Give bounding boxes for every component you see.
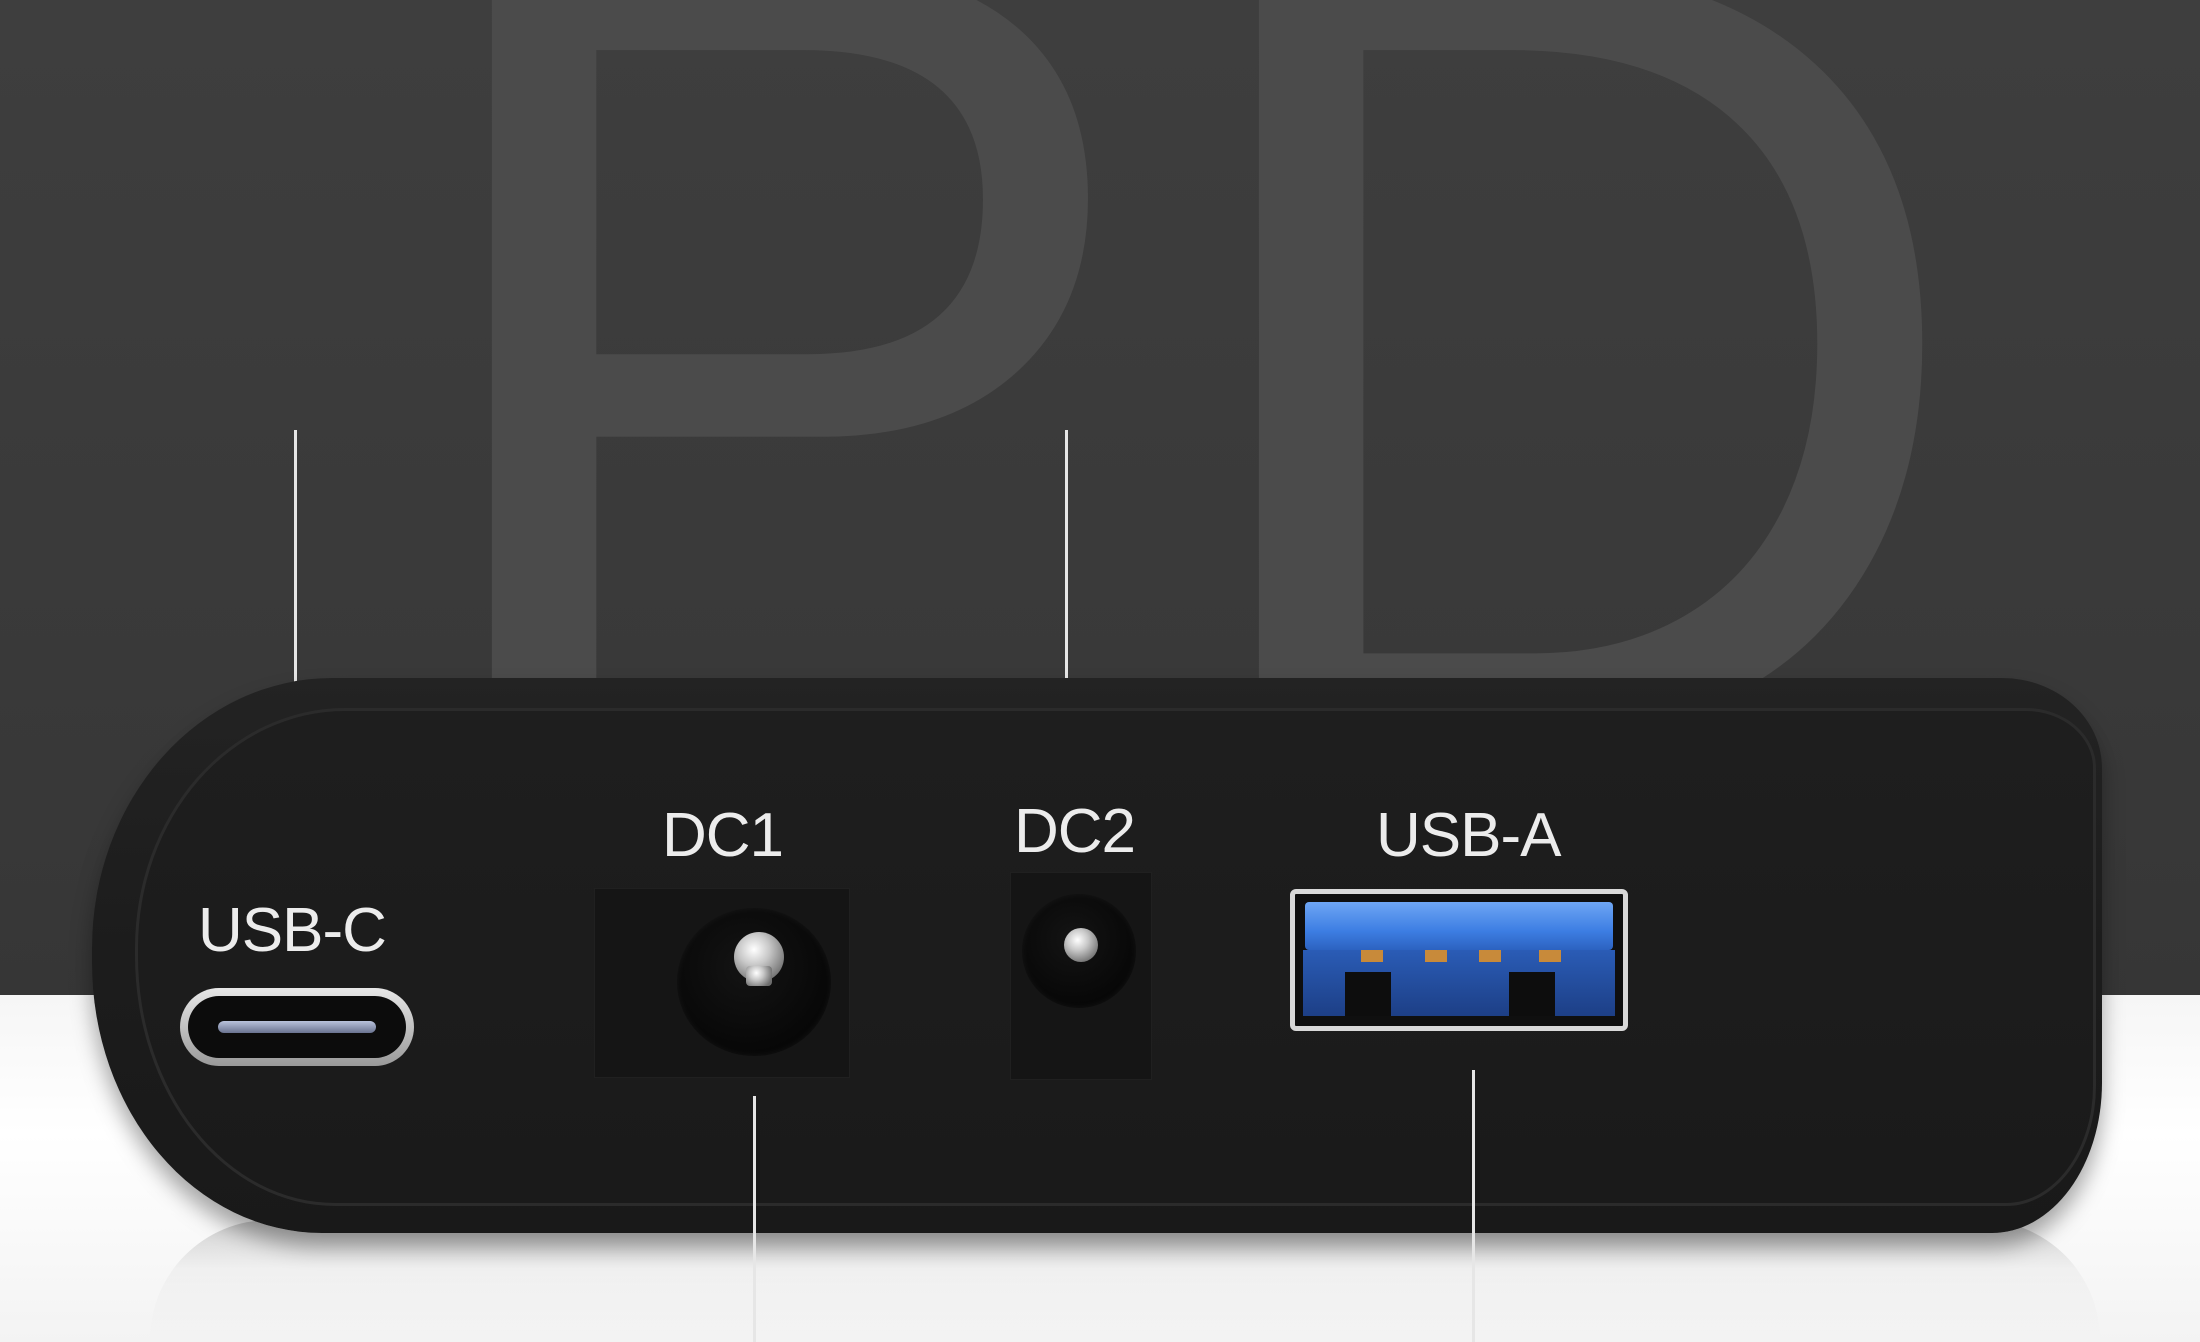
usb-a-leader-line [1472, 1070, 1475, 1342]
usb-c-port-opening [188, 996, 406, 1058]
dc1-label: DC1 [662, 801, 784, 870]
usb-a-contact [1479, 950, 1501, 962]
dc1-leader-line [753, 1096, 756, 1342]
usb-a-port-icon [1290, 889, 1628, 1031]
dc2-label: DC2 [1014, 797, 1136, 866]
usb-c-label: USB-C [198, 896, 387, 965]
usb-c-port-icon [180, 988, 414, 1066]
product-photo: PD USB-C DC1 DC2 USB-A [0, 0, 2200, 1342]
usb-a-latch-notch [1509, 972, 1555, 1016]
usb-a-label: USB-A [1376, 801, 1561, 870]
usb-a-blue-insert [1305, 902, 1613, 950]
usb-a-latch-notch [1345, 972, 1391, 1016]
dc2-center-pin [1064, 928, 1098, 962]
usb-c-port-tongue [218, 1021, 376, 1033]
dc1-pin-shaft [746, 966, 772, 986]
usb-a-contact [1361, 950, 1383, 962]
usb-a-contact [1539, 950, 1561, 962]
device-reflection [150, 1220, 2100, 1342]
usb-a-contact [1425, 950, 1447, 962]
